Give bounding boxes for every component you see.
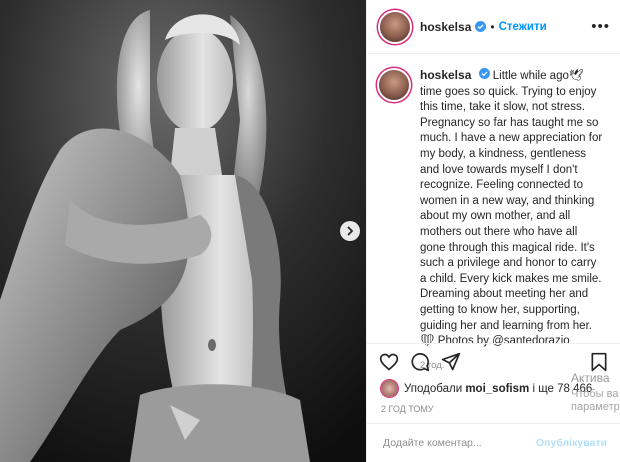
header-username[interactable]: hoskelsa [420,20,471,34]
comment-box: Опублікувати [367,423,620,462]
windows-activation-text: Чтобы ва параметр [571,388,620,414]
post-header: hoskelsa • Стежити ••• [367,0,620,54]
post-timestamp[interactable]: 2 ГОД ТОМУ [381,404,434,414]
caption: hoskelsa Little while ago🕊 time goes so … [367,54,620,373]
next-photo-button[interactable] [340,221,360,241]
bookmark-icon[interactable] [589,352,609,372]
publish-button[interactable]: Опублікувати [536,437,607,449]
more-options-button[interactable]: ••• [591,18,610,35]
heart-icon[interactable] [379,352,399,372]
caption-body: hoskelsa Little while ago🕊 time goes so … [420,68,606,373]
chevron-right-icon [347,226,354,236]
avatar[interactable] [380,11,410,42]
comment-bubble-icon[interactable] [410,352,430,372]
post-photo [0,0,366,462]
caption-avatar[interactable] [379,70,409,100]
post-image [0,0,366,462]
verified-badge-icon [478,68,490,79]
windows-activation-title: Актива [571,371,610,385]
follow-button[interactable]: Стежити [499,21,547,33]
liker-avatar[interactable] [381,380,398,397]
activation-line-2: параметр [571,401,620,413]
post-sidebar: hoskelsa • Стежити ••• hoskelsa Little w… [366,0,620,462]
activation-line-1: Чтобы ва [571,388,619,400]
paper-plane-icon[interactable] [441,352,461,372]
likes-prefix: Уподобали [404,382,463,395]
caption-username[interactable]: hoskelsa [420,68,471,82]
likes-summary: Уподобали moi_sofism і ще 78 466 [381,380,592,397]
liker-username[interactable]: moi_sofism [465,383,529,395]
header-separator: • [490,19,495,34]
caption-text: Little while ago🕊 time goes so quick. Tr… [420,70,603,348]
comment-input[interactable] [381,436,535,450]
verified-badge-icon [475,21,487,32]
